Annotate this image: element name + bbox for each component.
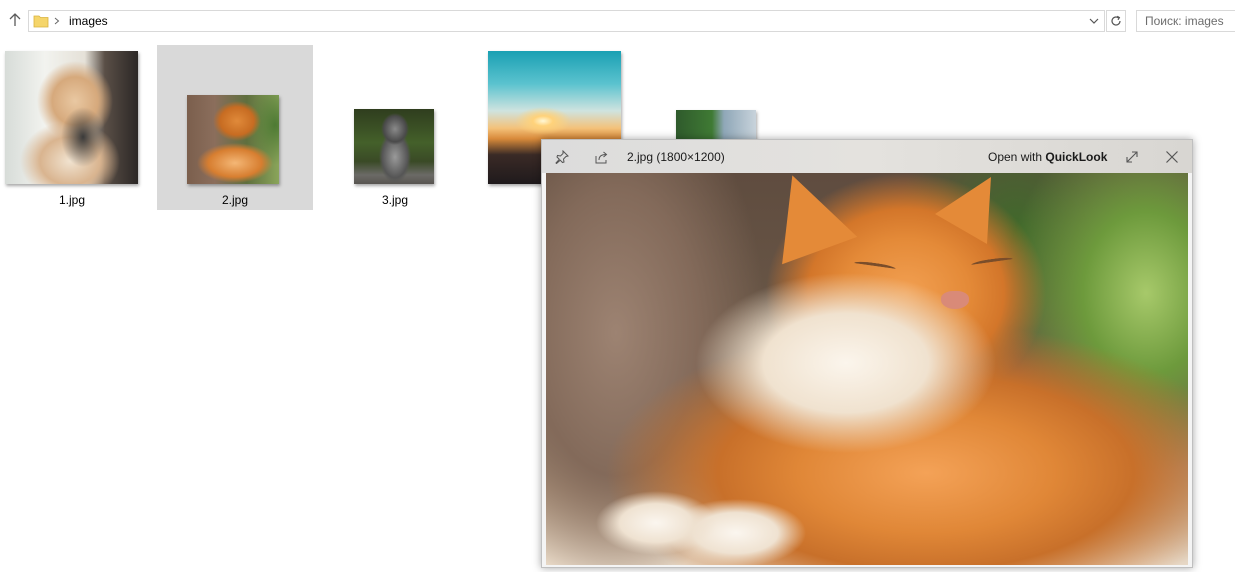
file-item[interactable]: 1.jpg [0, 45, 144, 210]
file-name: 3.jpg [381, 193, 409, 207]
cat-ear [754, 173, 858, 265]
open-with-app-name: QuickLook [1045, 150, 1108, 164]
chevron-down-icon[interactable] [1086, 13, 1102, 29]
breadcrumb-images[interactable]: images [69, 14, 108, 28]
folder-icon [33, 14, 49, 28]
file-thumbnail [187, 95, 279, 184]
quicklook-window: 2.jpg (1800×1200) Open with QuickLook [541, 139, 1193, 568]
search-box[interactable] [1136, 10, 1235, 32]
file-item-selected[interactable]: 2.jpg [157, 45, 313, 210]
cat-eye [970, 256, 1014, 268]
address-bar-row: images [0, 0, 1235, 40]
file-item[interactable]: 3.jpg [317, 45, 473, 210]
arrow-up-icon[interactable] [6, 11, 24, 29]
refresh-icon[interactable] [1106, 10, 1126, 32]
quicklook-preview-image [546, 173, 1188, 565]
quicklook-title: 2.jpg (1800×1200) [627, 150, 725, 164]
quicklook-titlebar[interactable]: 2.jpg (1800×1200) Open with QuickLook [542, 140, 1192, 173]
open-with-button[interactable]: Open with QuickLook [988, 149, 1107, 165]
cat-nose [941, 291, 969, 309]
cat-eye [853, 260, 897, 272]
open-with-label: Open with [988, 150, 1046, 164]
file-name: 1.jpg [58, 193, 86, 207]
file-thumbnail [5, 51, 138, 184]
address-box[interactable]: images [28, 10, 1105, 32]
chevron-right-icon[interactable] [54, 14, 62, 28]
cat-ear [935, 173, 1017, 244]
pin-icon[interactable] [551, 146, 573, 168]
search-input[interactable] [1137, 11, 1235, 31]
share-icon[interactable] [591, 146, 613, 168]
file-name: 2.jpg [221, 193, 249, 207]
close-icon[interactable] [1161, 146, 1183, 168]
fullscreen-icon[interactable] [1121, 146, 1143, 168]
file-thumbnail [354, 109, 434, 184]
